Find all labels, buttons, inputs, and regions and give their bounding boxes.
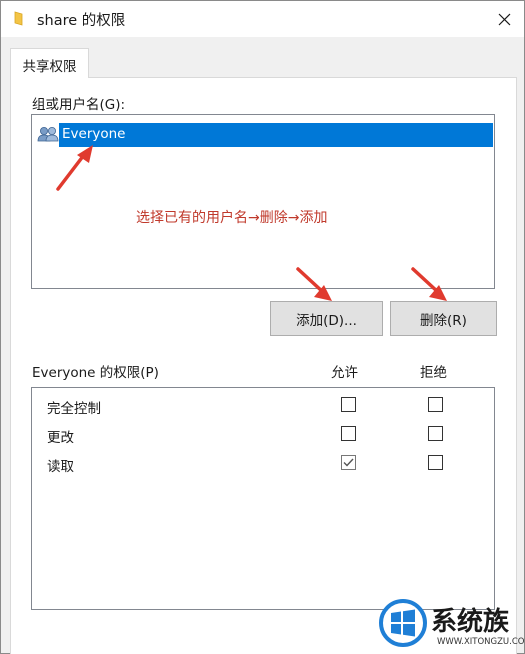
check-icon xyxy=(343,458,354,467)
annotation-arrow-everyone xyxy=(56,145,93,191)
users-icon xyxy=(37,127,59,142)
allow-checkbox-full-control[interactable] xyxy=(341,397,356,412)
list-item-everyone[interactable]: Everyone xyxy=(37,123,493,147)
tab-label: 共享权限 xyxy=(22,59,77,75)
allow-column-header: 允许 xyxy=(331,365,358,381)
close-icon xyxy=(498,13,511,25)
user-name: Everyone xyxy=(59,123,493,147)
tab-share-permissions[interactable]: 共享权限 xyxy=(10,48,89,78)
users-listbox[interactable]: Everyone xyxy=(31,114,495,289)
deny-checkbox-full-control[interactable] xyxy=(428,397,443,412)
permission-name-full-control: 完全控制 xyxy=(47,401,101,417)
title-bar: share 的权限 xyxy=(1,1,524,37)
watermark-url: WWW.XITONGZU.COM xyxy=(437,637,525,647)
annotation-arrow-remove xyxy=(411,267,447,301)
users-group-label: 组或用户名(G): xyxy=(32,97,126,113)
allow-checkbox-read[interactable] xyxy=(341,455,356,470)
close-button[interactable] xyxy=(485,1,524,37)
permissions-label: Everyone 的权限(P) xyxy=(32,365,159,381)
window-title: share 的权限 xyxy=(37,13,126,29)
allow-checkbox-change[interactable] xyxy=(341,426,356,441)
remove-button[interactable]: 删除(R) xyxy=(390,301,497,336)
watermark-brand: 系统族 xyxy=(431,607,510,637)
annotation-arrow-add xyxy=(296,267,332,301)
deny-column-header: 拒绝 xyxy=(420,365,447,381)
permission-name-read: 读取 xyxy=(47,459,74,475)
deny-checkbox-change[interactable] xyxy=(428,426,443,441)
permissions-list: 完全控制 更改 读取 xyxy=(31,387,495,610)
deny-checkbox-read[interactable] xyxy=(428,455,443,470)
add-button[interactable]: 添加(D)... xyxy=(270,301,383,336)
permission-name-change: 更改 xyxy=(47,430,74,446)
annotation-text: 选择已有的用户名→删除→添加 xyxy=(136,210,328,226)
folder-icon xyxy=(14,11,23,26)
permissions-dialog: share 的权限 共享权限 组或用户名(G): Everyone 选择已有的用… xyxy=(0,0,525,654)
watermark-logo xyxy=(379,599,427,647)
